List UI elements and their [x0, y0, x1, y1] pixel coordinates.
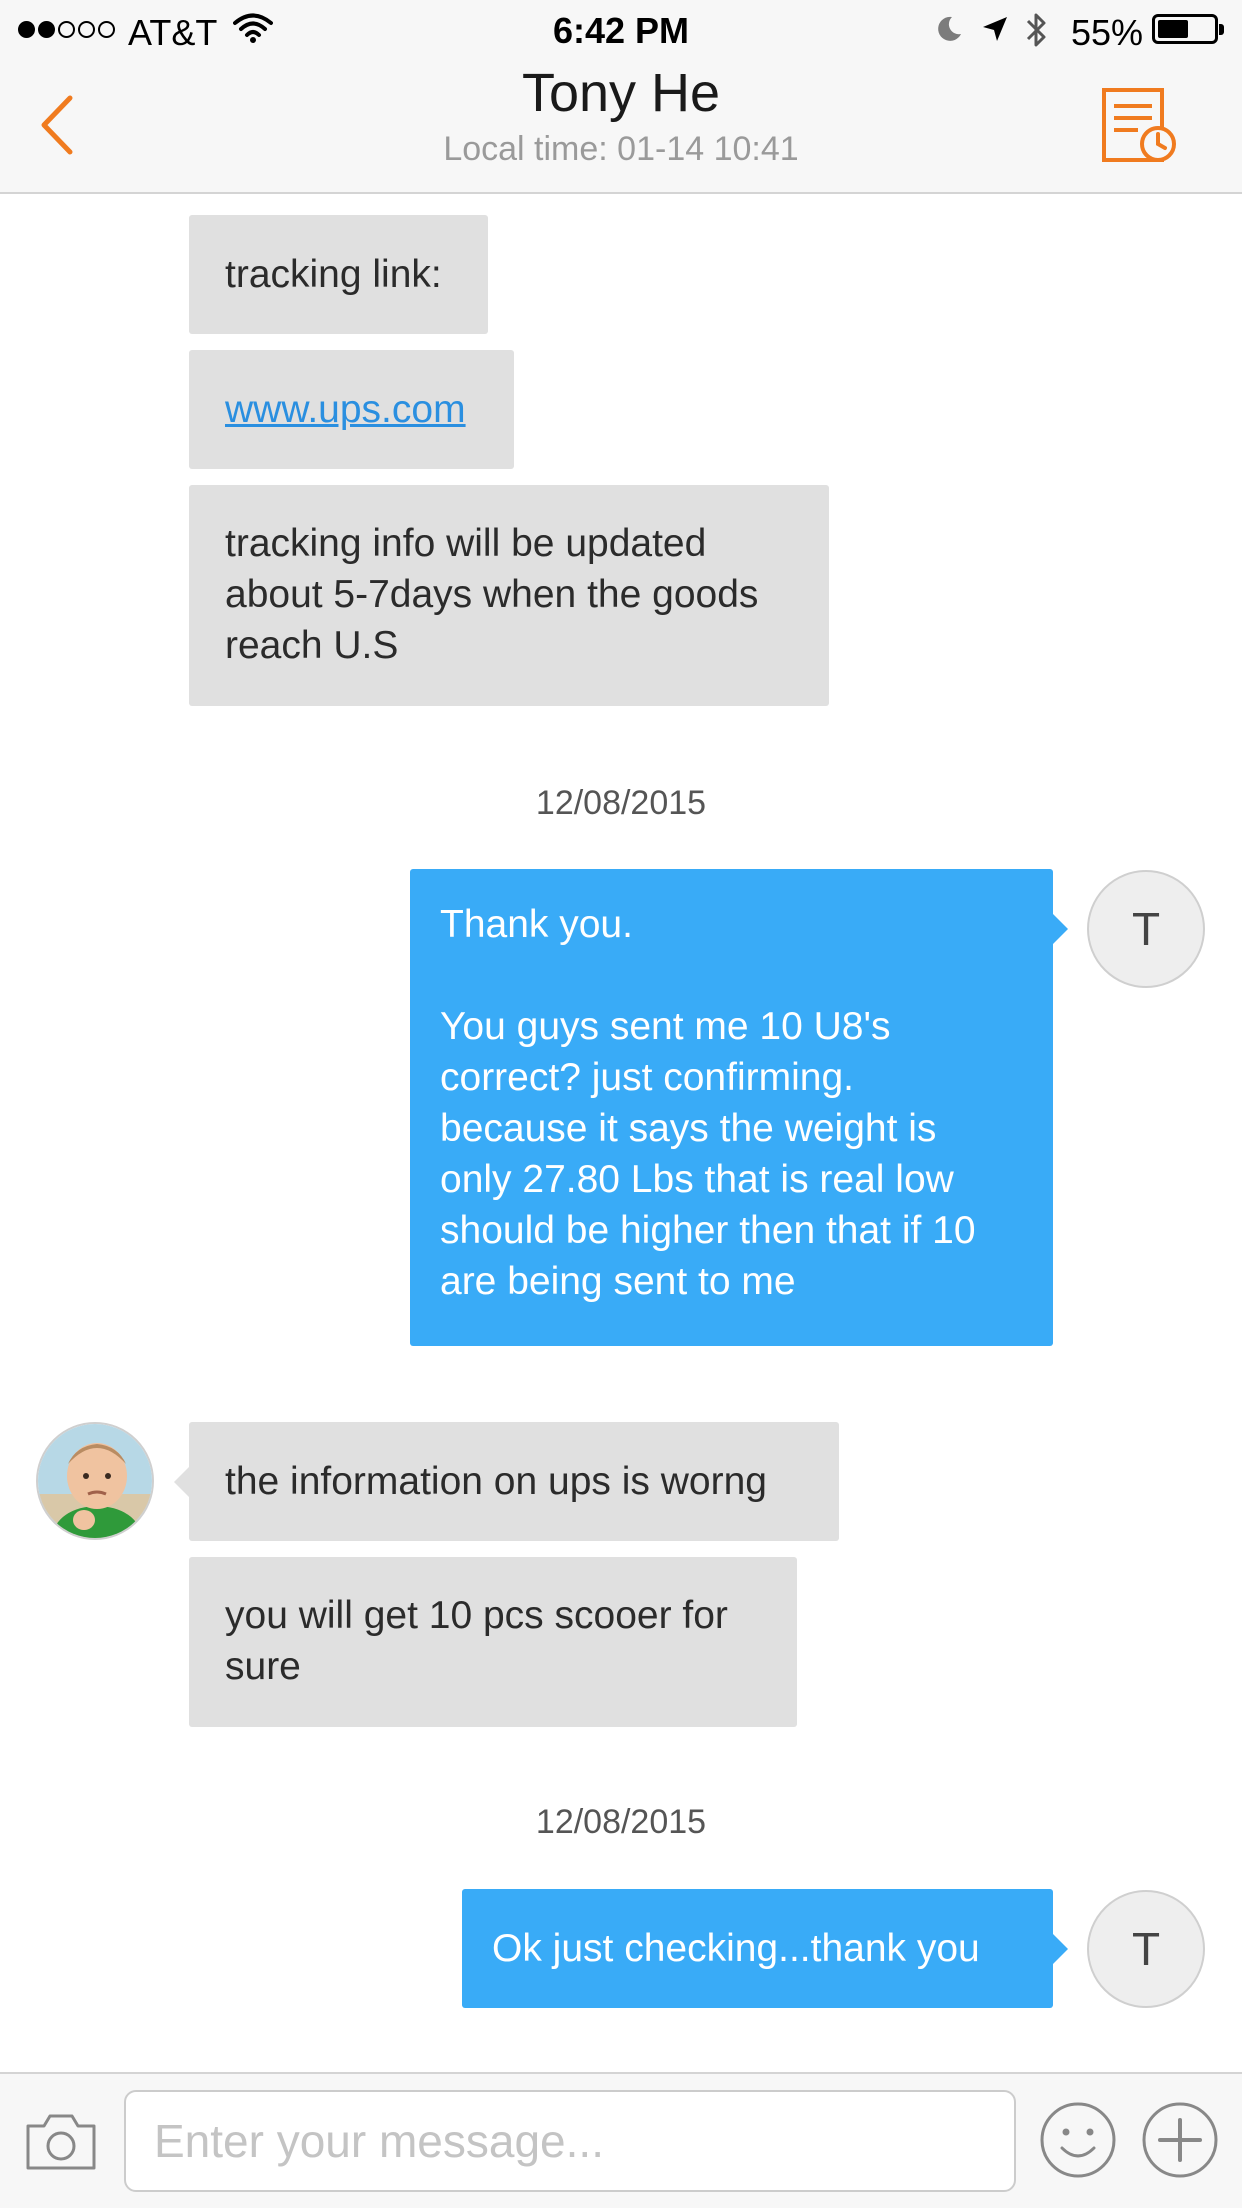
message-text: you will get 10 pcs scooer for sure: [225, 1594, 728, 1688]
outgoing-message-bubble: Ok just checking...thank you: [462, 1889, 1068, 2008]
incoming-message-bubble: tracking info will be updated about 5-7d…: [189, 485, 829, 706]
message-text: the information on ups is worng: [225, 1460, 767, 1503]
camera-button[interactable]: [24, 2110, 98, 2172]
battery-icon: [1152, 14, 1224, 44]
contact-name: Tony He: [521, 63, 721, 123]
date-separator: 12/08/2015: [535, 1803, 707, 1841]
bluetooth-icon: [1024, 10, 1050, 55]
message-text: Thank you. You guys sent me 10 U8's corr…: [440, 903, 976, 1303]
more-options-button[interactable]: [1140, 2100, 1220, 2180]
battery-percentage: 55%: [1071, 12, 1144, 53]
navigation-bar: Tony He Local time: 01-14 10:41: [0, 60, 1242, 194]
emoji-button[interactable]: [1038, 2100, 1118, 2180]
order-history-icon: [1102, 88, 1176, 162]
message-composer: [0, 2072, 1242, 2208]
message-text: tracking info will be updated about 5-7d…: [225, 522, 759, 667]
incoming-message-bubble: tracking link:: [189, 215, 488, 334]
moon-icon: [934, 14, 964, 49]
camera-icon: [26, 2114, 96, 2170]
message-text: Ok just checking...thank you: [492, 1927, 980, 1970]
message-input[interactable]: [124, 2090, 1016, 2192]
ups-link[interactable]: www.ups.com: [225, 384, 478, 435]
baby-photo-icon: [38, 1424, 152, 1538]
date-separator: 12/08/2015: [535, 784, 707, 822]
my-avatar[interactable]: T: [1087, 870, 1205, 988]
message-text: tracking link:: [225, 253, 442, 296]
outgoing-message-bubble: Thank you. You guys sent me 10 U8's corr…: [410, 869, 1068, 1346]
incoming-message-bubble: www.ups.com: [189, 350, 514, 469]
incoming-message-bubble: the information on ups is worng: [174, 1422, 839, 1541]
my-avatar[interactable]: T: [1087, 1890, 1205, 2008]
location-arrow-icon: [980, 14, 1010, 49]
local-time: Local time: 01-14 10:41: [443, 130, 799, 168]
smiley-icon: [1040, 2102, 1116, 2178]
contact-avatar[interactable]: [36, 1422, 154, 1540]
status-bar: AT&T 6:42 PM 55%: [0, 0, 1242, 60]
message-list[interactable]: tracking link: www.ups.com tracking info…: [0, 194, 1242, 2072]
incoming-message-bubble: you will get 10 pcs scooer for sure: [189, 1557, 797, 1727]
battery-level: [1158, 20, 1188, 38]
status-time: 6:42 PM: [552, 10, 690, 51]
order-history-button[interactable]: [1100, 86, 1180, 166]
plus-circle-icon: [1142, 2102, 1218, 2178]
